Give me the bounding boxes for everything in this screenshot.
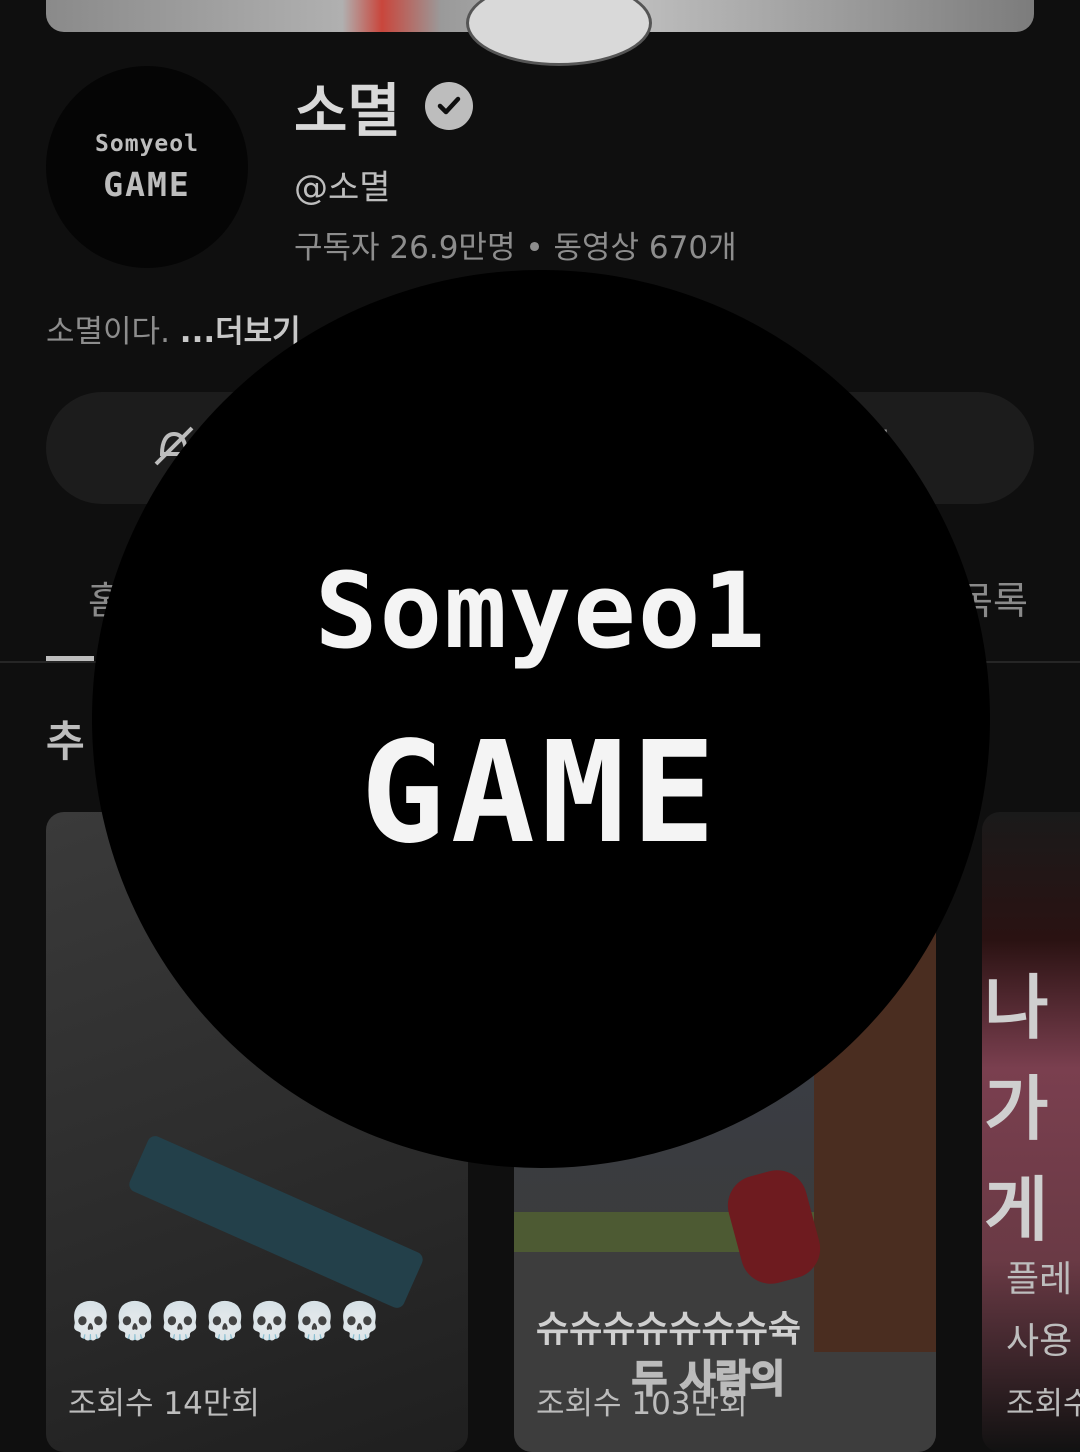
channel-title-row: 소멸 [294,64,473,148]
channel-description[interactable]: 소멸이다. ...더보기 [46,306,301,351]
verified-badge-icon [424,82,473,130]
zoomed-avatar-line2: GAME [360,711,722,875]
thumbnail-gun [126,1133,426,1311]
video-views: 조회수 14만회 [68,1386,260,1422]
channel-stats: 구독자 26.9만명 • 동영상 670개 [294,222,737,267]
video-card[interactable]: 나가게 플레 사용 조회수 [982,812,1080,1452]
channel-avatar[interactable]: Somyeol GAME [46,66,248,268]
channel-banner [46,0,1034,66]
more-link[interactable]: ...더보기 [180,314,301,350]
active-tab-indicator [46,656,94,661]
description-text: 소멸이다. [46,314,170,350]
video-views: 조회수 103만회 [536,1386,748,1422]
subscriber-count: 구독자 26.9만명 [294,230,516,266]
avatar-text-line1: Somyeol [95,130,199,157]
video-title: 💀💀💀💀💀💀💀 [68,1301,382,1342]
avatar-text-line2: GAME [103,164,191,204]
video-count: 동영상 670개 [553,230,737,266]
section-title: 추 [46,717,85,766]
video-title-line2: 사용 [1006,1321,1073,1362]
thumbnail-text: 나가게 [984,967,1049,1251]
video-views: 조회수 [1006,1386,1080,1422]
channel-handle: @소멸 [294,168,391,208]
video-title-line1: 플레 [1006,1259,1073,1300]
zoomed-avatar-overlay[interactable]: Somyeo1 GAME [92,270,990,1168]
video-title: 슈슈슈슈슈슈슈슉 [536,1309,801,1350]
zoomed-avatar-line1: Somyeo1 [314,549,768,672]
channel-name: 소멸 [294,77,401,145]
stats-separator: • [525,230,544,266]
